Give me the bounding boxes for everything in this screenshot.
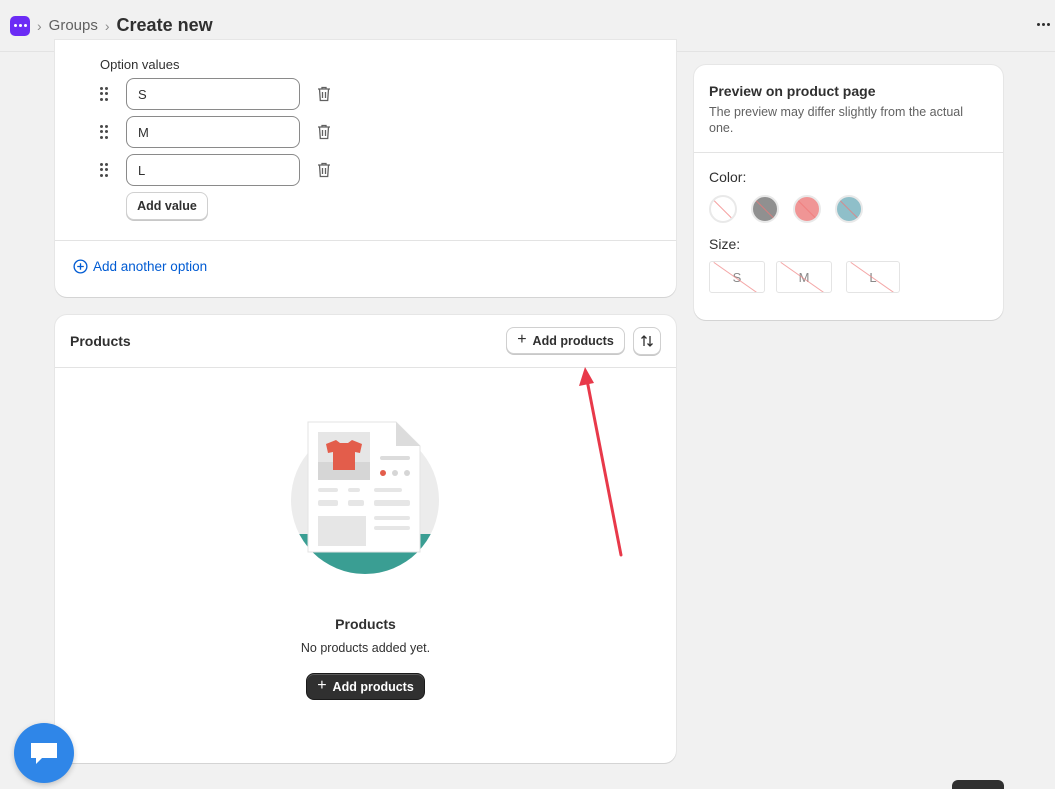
options-card: Option values Add value Add another opti… [55, 40, 676, 297]
drag-handle-icon[interactable] [100, 87, 108, 101]
preview-subtitle: The preview may differ slightly from the… [709, 105, 964, 135]
plus-icon: + [517, 331, 527, 348]
empty-state-description: No products added yet. [300, 641, 431, 655]
empty-state-title: Products [335, 616, 396, 632]
color-swatch[interactable] [835, 195, 863, 223]
sort-arrows-icon [641, 335, 653, 347]
trash-icon[interactable] [317, 86, 331, 102]
preview-title: Preview on product page [709, 83, 876, 99]
add-products-button[interactable]: + Add products [506, 327, 625, 354]
option-value-input[interactable] [126, 154, 300, 186]
add-another-option-label: Add another option [93, 259, 208, 274]
option-value-input[interactable] [126, 78, 300, 110]
add-products-label: Add products [332, 679, 414, 694]
chat-button[interactable] [14, 723, 74, 783]
size-label: Size: [709, 236, 741, 252]
add-products-primary-button[interactable]: + Add products [306, 673, 425, 700]
partial-button[interactable] [952, 780, 1004, 789]
color-swatch[interactable] [709, 195, 737, 223]
size-option[interactable]: S [709, 261, 765, 293]
sort-button[interactable] [633, 327, 661, 355]
add-products-label: Add products [532, 333, 614, 348]
color-swatch[interactable] [751, 195, 779, 223]
drag-handle-icon[interactable] [100, 125, 108, 139]
add-value-button[interactable]: Add value [126, 192, 208, 220]
size-option[interactable]: M [776, 261, 832, 293]
add-another-option-link[interactable]: Add another option [73, 259, 207, 274]
preview-card: Preview on product page The preview may … [694, 65, 1003, 320]
trash-icon[interactable] [317, 124, 331, 140]
chat-icon [31, 743, 57, 764]
color-label: Color: [709, 169, 747, 185]
products-card-title: Products [70, 333, 131, 349]
size-option[interactable]: L [846, 261, 900, 293]
chevron-right-icon: › [37, 17, 42, 34]
drag-handle-icon[interactable] [100, 163, 108, 177]
plus-circle-icon [73, 259, 88, 274]
divider [55, 240, 676, 241]
page-title: Create new [116, 15, 213, 35]
app-icon[interactable] [10, 15, 30, 36]
annotation-arrow [579, 367, 623, 557]
plus-icon: + [317, 677, 327, 694]
more-actions-icon[interactable] [1037, 16, 1053, 32]
color-swatch[interactable] [793, 195, 821, 223]
chevron-right-icon: › [104, 17, 110, 34]
divider [694, 152, 1003, 153]
option-value-input[interactable] [126, 116, 300, 148]
option-values-label: Option values [100, 57, 180, 72]
trash-icon[interactable] [317, 162, 331, 178]
empty-products-illustration [291, 421, 439, 574]
breadcrumb-groups[interactable]: Groups [49, 17, 98, 34]
